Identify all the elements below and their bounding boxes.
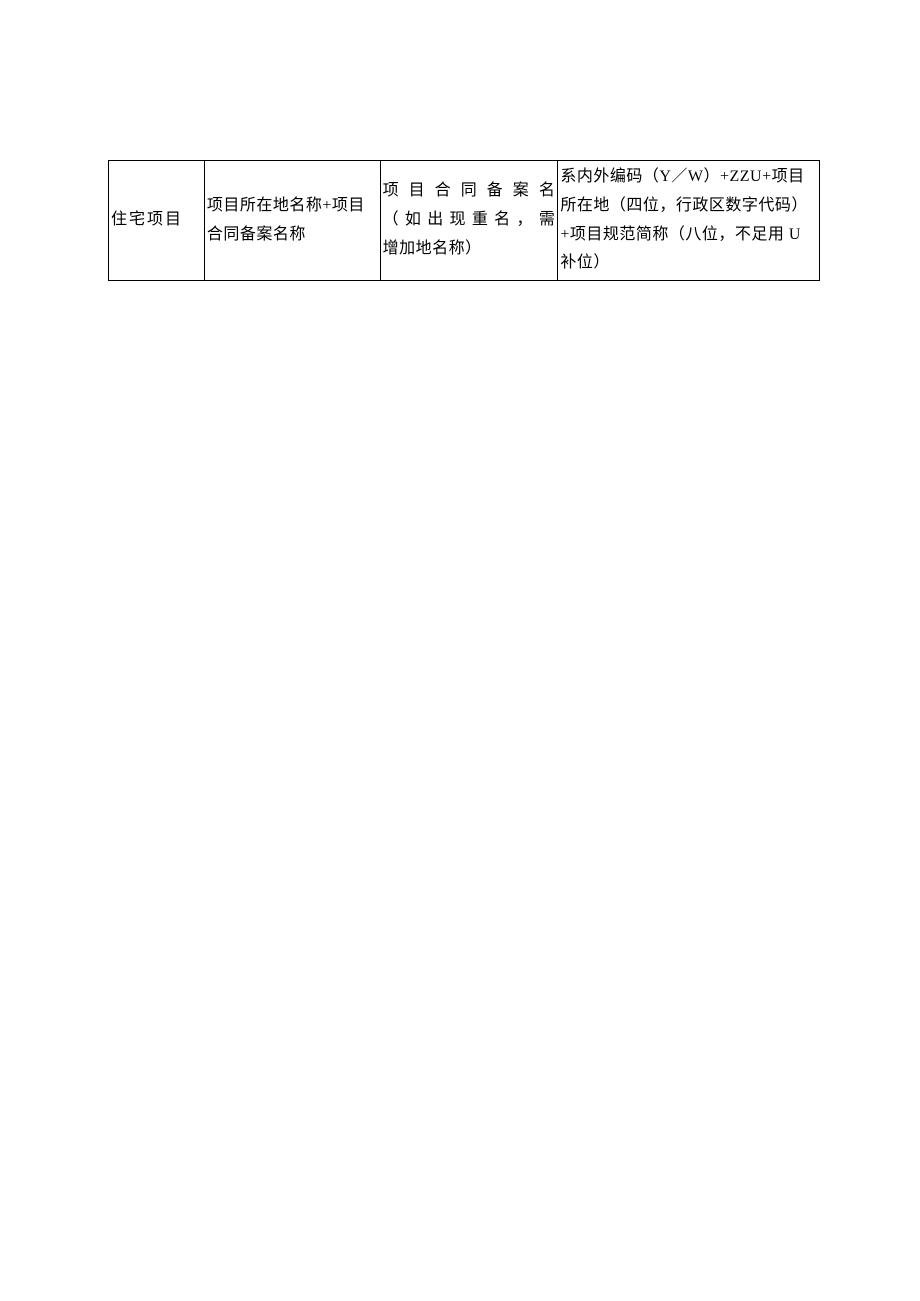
document-table: 住宅项目 项目所在地名称+项目合同备案名称 项目合同备案名 （如出现重名，需 增… [108, 160, 820, 281]
cell3-line1: 项目合同备案名 [383, 177, 556, 206]
cell3-line2: （如出现重名，需 [383, 206, 556, 235]
cell-encoding-rule: 系内外编码（Y／W）+ZZU+项目所在地（四位，行政区数字代码）+项目规范简称（… [558, 161, 820, 281]
table-row: 住宅项目 项目所在地名称+项目合同备案名称 项目合同备案名 （如出现重名，需 增… [109, 161, 820, 281]
cell-location-name: 项目所在地名称+项目合同备案名称 [204, 161, 380, 281]
cell3-line3: 增加地名称） [383, 235, 556, 264]
cell-contract-filing: 项目合同备案名 （如出现重名，需 增加地名称） [380, 161, 558, 281]
cell-project-type: 住宅项目 [109, 161, 205, 281]
